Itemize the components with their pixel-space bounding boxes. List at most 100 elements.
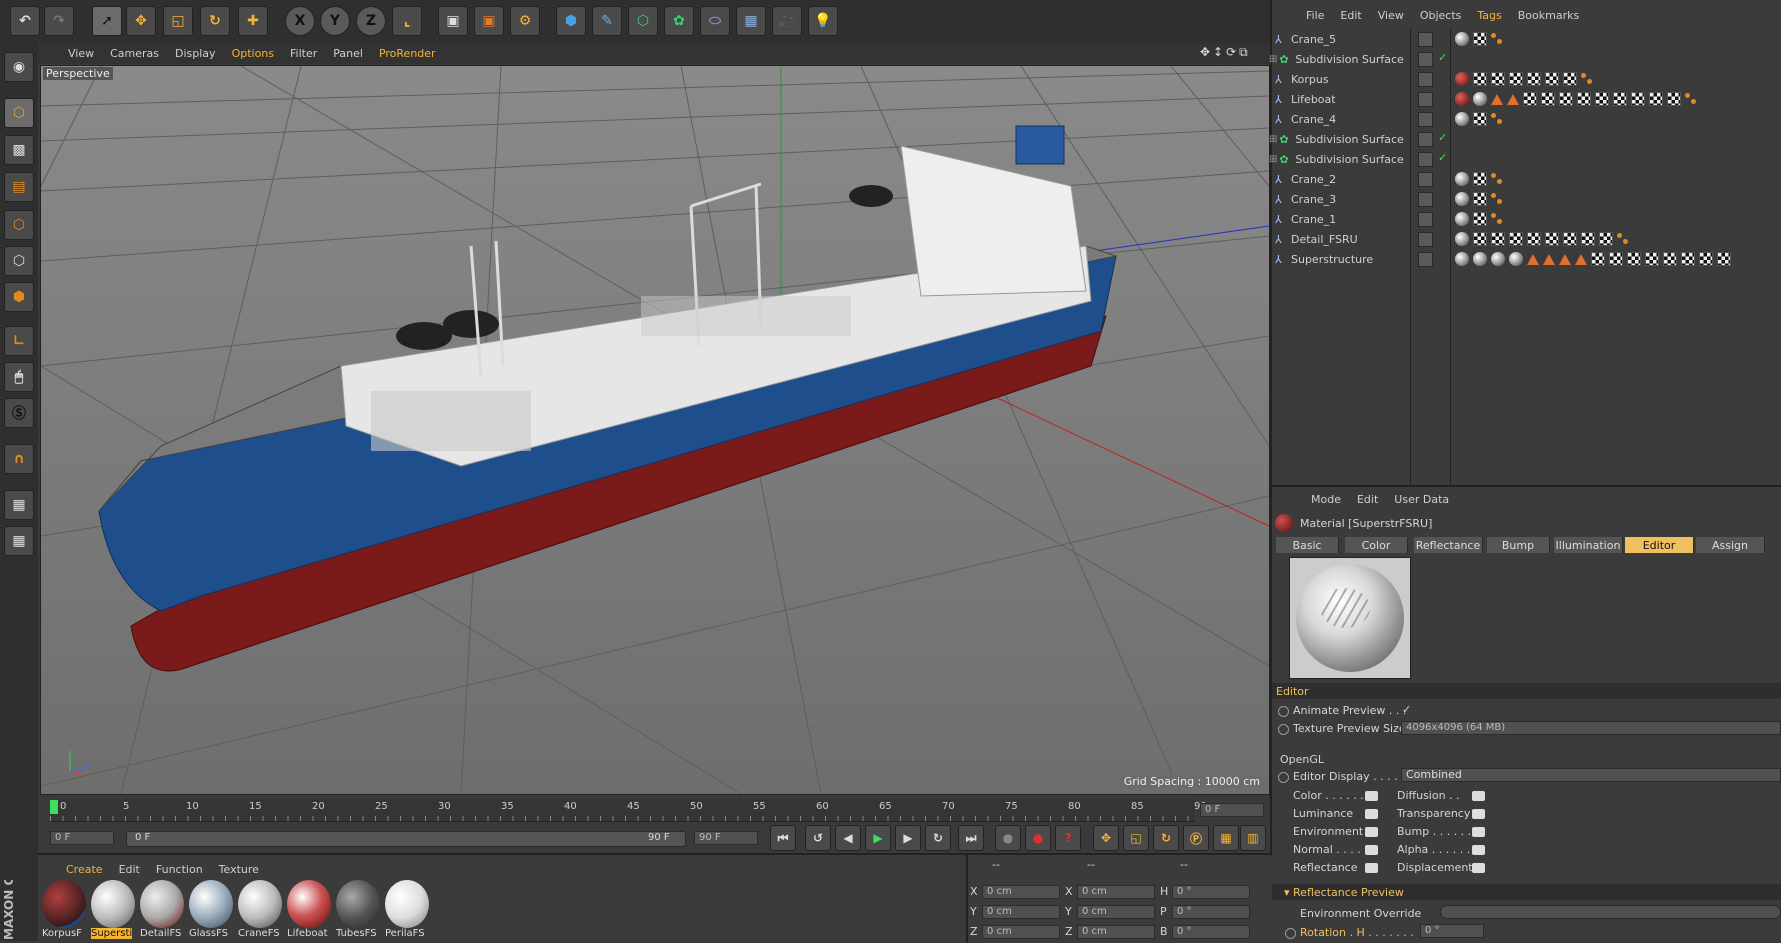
object-row[interactable]: ⅄ Crane_3 bbox=[1275, 189, 1415, 209]
coord-field[interactable]: 0 ° bbox=[1172, 905, 1250, 919]
points-mode-icon[interactable]: ⬡ bbox=[4, 210, 34, 240]
visibility-toggle[interactable] bbox=[1418, 232, 1433, 247]
planar-workplane-icon[interactable]: ▦ bbox=[4, 526, 34, 556]
visibility-toggle[interactable] bbox=[1418, 112, 1433, 127]
om-menu-bookmarks[interactable]: Bookmarks bbox=[1510, 9, 1587, 22]
tab-reflectance[interactable]: Reflectance bbox=[1414, 537, 1483, 553]
subdivision-icon[interactable]: ⬡ bbox=[628, 6, 658, 36]
texture-tag-icon[interactable] bbox=[1717, 252, 1731, 266]
phong-tag-icon[interactable] bbox=[1559, 253, 1571, 265]
texture-tag-icon[interactable] bbox=[1545, 232, 1559, 246]
texture-preview-dropdown[interactable]: 4096x4096 (64 MB) bbox=[1401, 721, 1781, 735]
model-mode-icon[interactable]: ◉ bbox=[4, 52, 34, 82]
move-icon[interactable]: ✥ bbox=[126, 6, 156, 36]
object-row[interactable]: ⊞ ✿ Subdivision Surface bbox=[1269, 129, 1415, 149]
om-menu-tags[interactable]: Tags bbox=[1469, 9, 1509, 22]
channel-normal-toggle[interactable] bbox=[1365, 845, 1378, 855]
material-swatch[interactable] bbox=[287, 880, 331, 928]
menu-prorender[interactable]: ProRender bbox=[371, 47, 444, 60]
visibility-toggle[interactable] bbox=[1418, 52, 1433, 67]
expand-icon[interactable]: ⊞ bbox=[1269, 154, 1277, 165]
visibility-toggle[interactable] bbox=[1418, 172, 1433, 187]
go-end-icon[interactable]: ⏭ bbox=[958, 825, 984, 851]
coord-field[interactable]: 0 cm bbox=[1077, 885, 1155, 899]
live-select-icon[interactable]: ✚ bbox=[238, 6, 268, 36]
om-menu-objects[interactable]: Objects bbox=[1412, 9, 1470, 22]
channel-luminance-toggle[interactable] bbox=[1365, 809, 1378, 819]
axis-x-icon[interactable]: X bbox=[285, 6, 315, 36]
channel-alpha-toggle[interactable] bbox=[1472, 845, 1485, 855]
selection-tag-icon[interactable] bbox=[1685, 93, 1697, 105]
editor-display-radio[interactable] bbox=[1278, 772, 1289, 783]
floor-icon[interactable]: ▦ bbox=[736, 6, 766, 36]
visibility-toggle[interactable] bbox=[1418, 192, 1433, 207]
tab-color[interactable]: Color bbox=[1345, 537, 1408, 553]
selection-tag-icon[interactable] bbox=[1491, 213, 1503, 225]
texture-tag-icon[interactable] bbox=[1559, 92, 1573, 106]
texture-tag-icon[interactable] bbox=[1523, 92, 1537, 106]
enabled-check-icon[interactable]: ✓ bbox=[1438, 151, 1447, 164]
animate-preview-check[interactable]: ✓ bbox=[1402, 703, 1411, 716]
material-tag-icon[interactable] bbox=[1455, 192, 1469, 206]
texture-tag-icon[interactable] bbox=[1667, 92, 1681, 106]
object-row[interactable]: ⅄ Detail_FSRU bbox=[1275, 229, 1415, 249]
visibility-toggle[interactable] bbox=[1418, 92, 1433, 107]
object-row[interactable]: ⊞ ✿ Subdivision Surface bbox=[1269, 149, 1415, 169]
texture-tag-icon[interactable] bbox=[1473, 32, 1487, 46]
channel-color-toggle[interactable] bbox=[1365, 791, 1378, 801]
material-swatch[interactable] bbox=[385, 880, 429, 928]
lock-workplane-icon[interactable]: ▦ bbox=[4, 490, 34, 520]
start-frame-field[interactable]: 0 F bbox=[50, 831, 114, 845]
texture-tag-icon[interactable] bbox=[1681, 252, 1695, 266]
current-frame-field[interactable]: 0 F bbox=[1200, 803, 1264, 817]
material-tag-icon[interactable] bbox=[1473, 92, 1487, 106]
tweak-mode-icon[interactable]: 🖱 bbox=[4, 362, 34, 392]
range-slider[interactable] bbox=[126, 831, 686, 847]
texture-tag-icon[interactable] bbox=[1491, 232, 1505, 246]
om-menu-file[interactable]: File bbox=[1298, 9, 1332, 22]
tab-illumination[interactable]: Illumination bbox=[1554, 537, 1623, 553]
axis-mode-icon[interactable]: ∟ bbox=[4, 326, 34, 356]
menu-display[interactable]: Display bbox=[167, 47, 224, 60]
am-menu-mode[interactable]: Mode bbox=[1303, 493, 1349, 506]
material-swatch[interactable] bbox=[140, 880, 184, 928]
timeline-ruler[interactable] bbox=[50, 799, 1195, 822]
texture-preview-radio[interactable] bbox=[1278, 724, 1289, 735]
material-tag-icon[interactable] bbox=[1491, 252, 1505, 266]
mm-menu-function[interactable]: Function bbox=[148, 863, 211, 876]
channel-reflectance-toggle[interactable] bbox=[1365, 863, 1378, 873]
menu-cameras[interactable]: Cameras bbox=[102, 47, 167, 60]
end-frame-field[interactable]: 90 F bbox=[694, 831, 758, 845]
material-tag-icon[interactable] bbox=[1509, 252, 1523, 266]
record-off-icon[interactable]: ● bbox=[995, 825, 1021, 851]
material-tag-icon[interactable] bbox=[1455, 252, 1469, 266]
selection-tag-icon[interactable] bbox=[1491, 33, 1503, 45]
viewport-nav-icons[interactable]: ✥↕⟳⧉ bbox=[1200, 45, 1251, 60]
undo-icon[interactable]: ↶ bbox=[10, 6, 40, 36]
material-swatch[interactable] bbox=[189, 880, 233, 928]
visibility-toggle[interactable] bbox=[1418, 132, 1433, 147]
texture-tag-icon[interactable] bbox=[1473, 212, 1487, 226]
env-override-field[interactable] bbox=[1440, 905, 1781, 919]
play-icon[interactable]: ▶ bbox=[865, 825, 891, 851]
camera-icon[interactable]: 🎥 bbox=[772, 6, 802, 36]
texture-tag-icon[interactable] bbox=[1527, 72, 1541, 86]
menu-view[interactable]: View bbox=[60, 47, 102, 60]
key-pla-icon[interactable]: ▦ bbox=[1213, 825, 1239, 851]
phong-tag-icon[interactable] bbox=[1527, 253, 1539, 265]
next-frame-icon[interactable]: ▶ bbox=[895, 825, 921, 851]
menu-filter[interactable]: Filter bbox=[282, 47, 325, 60]
next-key-icon[interactable]: ↻ bbox=[925, 825, 951, 851]
expand-icon[interactable]: ⊞ bbox=[1269, 134, 1277, 145]
channel-transparency-toggle[interactable] bbox=[1472, 809, 1485, 819]
material-tag-icon[interactable] bbox=[1455, 72, 1469, 86]
material-swatch[interactable] bbox=[238, 880, 282, 928]
coord-field[interactable]: 0 cm bbox=[982, 885, 1060, 899]
visibility-toggle[interactable] bbox=[1418, 252, 1433, 267]
texture-tag-icon[interactable] bbox=[1581, 232, 1595, 246]
object-row[interactable]: ⅄ Crane_1 bbox=[1275, 209, 1415, 229]
om-menu-view[interactable]: View bbox=[1370, 9, 1412, 22]
mm-menu-texture[interactable]: Texture bbox=[211, 863, 267, 876]
visibility-toggle[interactable] bbox=[1418, 32, 1433, 47]
pen-icon[interactable]: ✎ bbox=[592, 6, 622, 36]
